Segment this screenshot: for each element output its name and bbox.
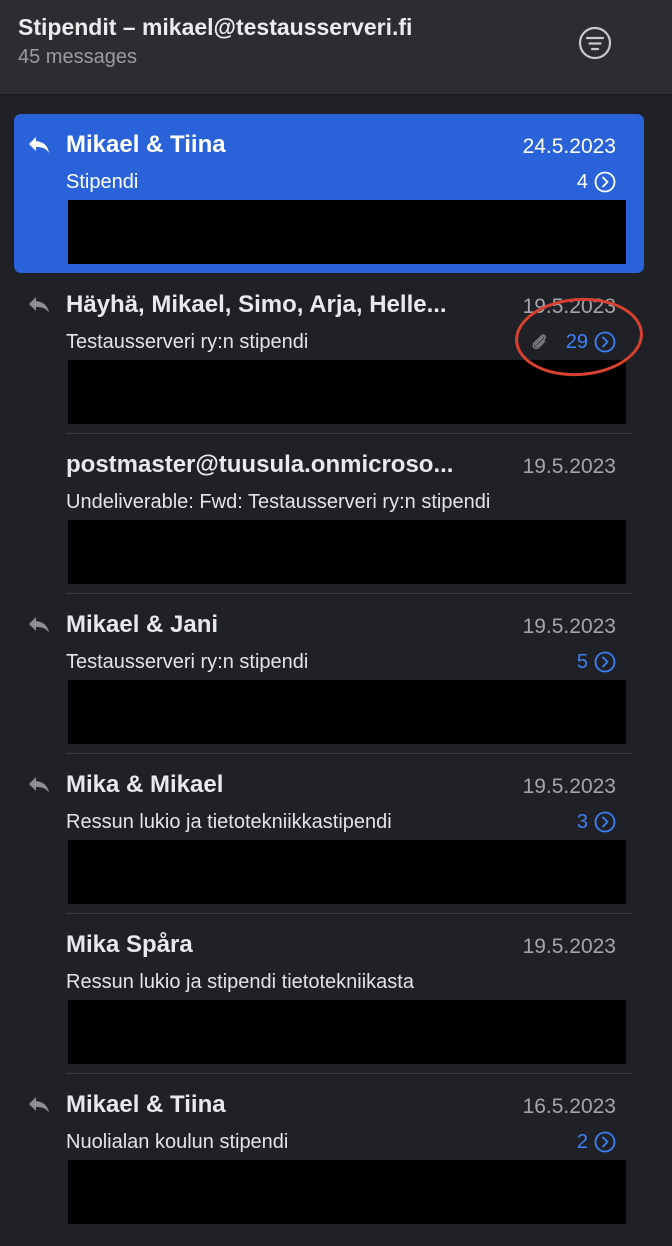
message-sender: Mikael & Tiina	[66, 1091, 226, 1118]
thread-count-button[interactable]: 3	[577, 810, 616, 834]
thread-count-button[interactable]: 4	[577, 170, 616, 194]
message-sender: Mikael & Jani	[66, 611, 219, 638]
message-date: 16.5.2023	[522, 1095, 616, 1118]
message-count: 45 messages	[18, 46, 137, 68]
message-row[interactable]: Mikael & Jani 19.5.2023 Testausserveri ry:…	[0, 575, 672, 754]
chevron-right-circle-icon	[594, 651, 616, 673]
replied-icon	[29, 777, 49, 793]
thread-count: 3	[576, 810, 588, 833]
message-subject: Nuolialan koulun stipendi	[66, 1131, 289, 1153]
message-subject: Testausserveri ry:n stipendi	[66, 651, 309, 673]
message-date: 24.5.2023	[522, 135, 616, 158]
message-sender: Häyhä, Mikael, Simo, Arja, Helle...	[66, 291, 447, 318]
thread-count-button[interactable]: 5	[577, 650, 616, 674]
message-subject: Ressun lukio ja stipendi tietotekniikast…	[66, 971, 414, 993]
chevron-right-circle-icon	[594, 171, 616, 193]
message-subject: Undeliverable: Fwd: Testausserveri ry:n …	[66, 491, 491, 513]
replied-icon	[29, 617, 49, 633]
chevron-right-circle-icon	[594, 1131, 616, 1153]
message-row[interactable]: postmaster@tuusula.onmicroso... 19.5.2023…	[0, 415, 672, 594]
message-sender: postmaster@tuusula.onmicroso...	[66, 451, 454, 478]
redacted-preview	[68, 1160, 626, 1224]
message-date: 19.5.2023	[522, 455, 616, 478]
mailbox-header: Stipendit – mikael@testausserveri.fi 45 …	[0, 0, 672, 95]
thread-count: 4	[576, 170, 588, 193]
message-subject: Ressun lukio ja tietotekniikkastipendi	[66, 811, 392, 833]
message-date: 19.5.2023	[522, 935, 616, 958]
thread-count: 2	[576, 1130, 588, 1153]
message-subject: Testausserveri ry:n stipendi	[66, 331, 309, 353]
filter-icon	[578, 26, 612, 60]
filter-button[interactable]	[577, 25, 613, 61]
replied-icon	[29, 297, 49, 313]
message-row[interactable]: Mikael & Tiina 16.5.2023 Nuolialan koulun …	[0, 1055, 672, 1224]
replied-icon	[29, 1097, 49, 1113]
mailbox-title: Stipendit – mikael@testausserveri.fi	[18, 14, 413, 40]
replied-icon	[29, 137, 49, 153]
message-sender: Mikael & Tiina	[66, 131, 226, 158]
message-row[interactable]: Mika Spåra 19.5.2023 Ressun lukio ja stipe…	[0, 895, 672, 1074]
thread-count: 5	[576, 650, 588, 673]
message-sender: Mika Spåra	[66, 931, 193, 958]
message-row[interactable]: Mikael & Tiina 24.5.2023 Stipendi 4	[0, 95, 672, 273]
message-date: 19.5.2023	[522, 615, 616, 638]
message-sender: Mika & Mikael	[66, 771, 224, 798]
message-row[interactable]: Mika & Mikael 19.5.2023 Ressun lukio ja ti…	[0, 735, 672, 914]
thread-count-button[interactable]: 2	[577, 1130, 616, 1154]
chevron-right-circle-icon	[594, 811, 616, 833]
message-subject: Stipendi	[66, 171, 139, 193]
message-date: 19.5.2023	[522, 775, 616, 798]
